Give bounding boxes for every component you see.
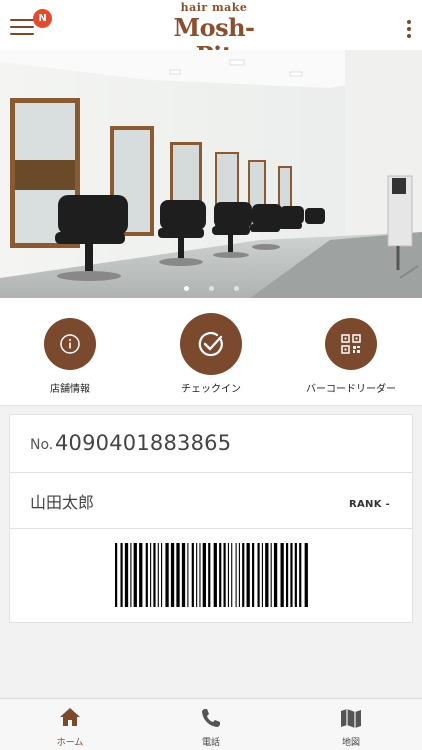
tab-home-label: ホーム	[56, 738, 84, 748]
tab-map-label: 地図	[341, 738, 360, 748]
barcode-bar	[242, 543, 245, 607]
barcode-bar	[161, 543, 163, 607]
tab-home[interactable]: ホーム	[0, 699, 140, 750]
hamburger-menu-icon[interactable]	[10, 19, 34, 39]
barcode-bar	[153, 543, 156, 607]
barcode-bar	[265, 543, 269, 607]
barcode-bar	[235, 543, 237, 607]
salon-logo: hair make Mosh-Pit	[158, 2, 270, 70]
map-icon	[341, 709, 361, 728]
barcode-bar	[227, 543, 229, 607]
more-options-icon[interactable]	[406, 20, 412, 40]
carousel-dot[interactable]	[183, 286, 189, 291]
barcode-bar	[124, 543, 129, 607]
barcode-reader-circle[interactable]	[325, 318, 377, 370]
quick-actions: 店舗情報 チェックイン バーコードリーダー	[0, 298, 422, 406]
store-info-circle[interactable]	[44, 318, 96, 370]
member-name: 山田太郎	[30, 493, 95, 512]
barcode-bar	[231, 543, 233, 607]
member-card: No. 4090401883865 山田太郎 RANK -	[9, 414, 413, 623]
tab-map[interactable]: 地図	[281, 699, 421, 750]
barcode-bar	[199, 543, 201, 607]
checkin-label: チェックイン	[181, 384, 241, 395]
carousel-indicator[interactable]	[0, 276, 422, 291]
tab-phone[interactable]: 電話	[141, 699, 281, 750]
rank-value: -	[385, 499, 390, 510]
checkmark-icon	[198, 332, 223, 357]
barcode-reader-button[interactable]: バーコードリーダー	[281, 298, 421, 406]
barcode-bar	[213, 543, 217, 607]
hero-image-carousel[interactable]	[0, 50, 422, 298]
member-barcode	[115, 543, 308, 607]
phone-icon	[202, 709, 220, 727]
app-header: N hair make Mosh-Pit	[0, 0, 422, 70]
member-number-row: No. 4090401883865	[10, 415, 412, 473]
barcode-bar	[176, 543, 180, 607]
barcode-bar	[130, 543, 132, 607]
store-info-button[interactable]: 店舗情報	[0, 298, 140, 406]
barcode-bar	[157, 543, 159, 607]
checkin-button[interactable]: チェックイン	[141, 298, 281, 406]
carousel-dot[interactable]	[208, 286, 214, 291]
barcode-bar	[150, 543, 152, 607]
barcode-bar	[257, 543, 260, 607]
barcode-bar	[170, 543, 175, 607]
barcode-bar	[187, 543, 189, 607]
barcode-bar	[196, 543, 198, 607]
barcode-bar	[133, 543, 137, 607]
barcode-bar	[165, 543, 169, 607]
barcode-bar	[219, 543, 222, 607]
store-info-label: 店舗情報	[50, 384, 90, 395]
barcode-bar	[139, 543, 143, 607]
barcode-bar	[223, 543, 226, 607]
barcode-bar	[261, 543, 263, 607]
member-name-row: 山田太郎 RANK -	[10, 473, 412, 529]
barcode-bar	[270, 543, 272, 607]
rank-label: RANK	[348, 499, 382, 510]
checkin-circle[interactable]	[180, 313, 242, 375]
carousel-dot[interactable]	[233, 286, 239, 291]
barcode-bar	[294, 543, 297, 607]
barcode-bar	[290, 543, 293, 607]
info-icon	[60, 334, 80, 354]
notification-badge[interactable]: N	[33, 9, 52, 28]
member-rank: RANK -	[349, 499, 390, 510]
barcode-bar	[145, 543, 148, 607]
barcode-bar	[280, 543, 284, 607]
member-number-prefix: No.	[30, 437, 54, 453]
barcode-reader-label: バーコードリーダー	[306, 384, 396, 395]
barcode-bar	[120, 543, 123, 607]
barcode-bar	[273, 543, 278, 607]
barcode-bar	[285, 543, 289, 607]
barcode-bar	[299, 543, 302, 607]
salon-interior-image	[0, 50, 422, 298]
barcode-bar	[191, 543, 194, 607]
barcode-bar	[208, 543, 211, 607]
bottom-tab-bar: ホーム 電話 地図	[0, 698, 422, 750]
barcode-bar	[202, 543, 206, 607]
tab-phone-label: 電話	[201, 738, 220, 748]
member-number: 4090401883865	[55, 431, 232, 455]
barcode-bar	[252, 543, 255, 607]
home-icon	[60, 708, 80, 726]
barcode-bar	[246, 543, 250, 607]
qr-code-icon	[341, 334, 361, 354]
barcode-bar	[181, 543, 186, 607]
barcode-bar	[238, 543, 240, 607]
barcode-bar	[115, 543, 118, 607]
barcode-bar	[304, 543, 308, 607]
